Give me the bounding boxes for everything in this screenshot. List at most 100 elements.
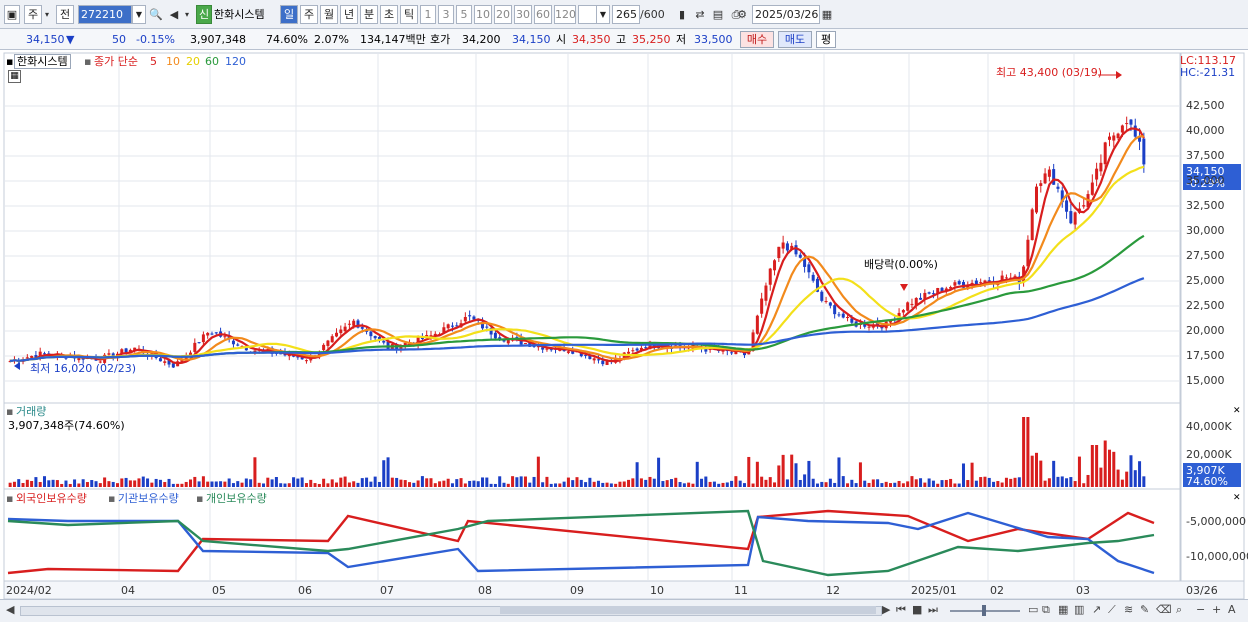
volume-bar (227, 478, 231, 487)
table-icon[interactable]: ▦ (8, 70, 21, 83)
trend-tool-icon[interactable]: ⟋ (1108, 603, 1116, 617)
chevron-down-icon[interactable]: ▾ (182, 5, 192, 24)
count-input[interactable]: 265 (612, 5, 640, 24)
foreign-holdings-label[interactable]: 외국인보유수량 (16, 492, 87, 505)
screen-icon[interactable]: ▭ (1028, 603, 1038, 617)
scroll-left-icon[interactable]: ◀ (6, 603, 14, 617)
volume-bar (433, 483, 437, 487)
volume-bar (846, 483, 850, 487)
eraser-icon[interactable]: ⌫ (1156, 603, 1172, 617)
chevron-down-icon[interactable]: ▾ (42, 5, 52, 24)
period-tick[interactable]: 틱 (400, 5, 418, 24)
last-page-icon[interactable]: ⏭ (928, 603, 938, 617)
institution-holdings-label[interactable]: 기관보유수량 (118, 492, 179, 505)
volume-panel-title[interactable]: 거래량 (16, 405, 46, 418)
volume-bar (154, 478, 158, 487)
ma-indicator-label[interactable]: 종가 단순 (94, 55, 138, 68)
candle-body (837, 314, 841, 316)
stock-code-input[interactable]: 272210 (78, 5, 132, 24)
average-button[interactable]: 평 (816, 31, 836, 48)
pencil-icon[interactable]: ✎ (1140, 603, 1149, 617)
interval-20[interactable]: 20 (494, 5, 512, 24)
volume-bar (858, 462, 862, 487)
x-tick: 12 (826, 584, 840, 597)
grid-icon[interactable]: ▦ (1058, 603, 1068, 617)
interval-30[interactable]: 30 (514, 5, 532, 24)
ma-10-label: 10 (166, 55, 180, 68)
period-minute[interactable]: 분 (360, 5, 378, 24)
volume-bar (51, 479, 55, 487)
date-input[interactable]: 2025/03/26 (752, 5, 820, 24)
period-month[interactable]: 월 (320, 5, 338, 24)
tab-all[interactable]: 전 (56, 5, 74, 24)
volume-bar (1077, 456, 1081, 487)
interval-10[interactable]: 10 (474, 5, 492, 24)
sell-button[interactable]: 매도 (778, 31, 812, 48)
close-icon[interactable]: ✕ (1233, 492, 1241, 505)
candle-body (1120, 125, 1124, 133)
period-day[interactable]: 일 (280, 5, 298, 24)
layout-icon[interactable]: ▣ (4, 5, 20, 24)
volume-bar (455, 479, 459, 487)
period-second[interactable]: 초 (380, 5, 398, 24)
candle-body (1004, 277, 1008, 279)
volume-bar (1056, 476, 1060, 487)
interval-120[interactable]: 120 (554, 5, 576, 24)
volume-bar (815, 483, 819, 487)
search-icon[interactable]: 🔍 (148, 5, 164, 24)
volume-bar (773, 482, 777, 487)
stop-icon[interactable]: ■ (912, 603, 922, 617)
gear-icon[interactable]: ⚙ (734, 5, 750, 24)
candle-icon[interactable]: ▮ (674, 5, 690, 24)
scrollbar-thumb[interactable] (500, 606, 876, 614)
candle-body (523, 343, 527, 345)
gear-icon[interactable]: ▪ (6, 55, 13, 68)
volume-bar (1082, 483, 1086, 487)
volume-bar (81, 479, 85, 487)
line-tool-icon[interactable]: ↗ (1092, 603, 1101, 617)
volume-bar (442, 480, 446, 487)
volume-bar (253, 457, 257, 487)
volume-bar (931, 480, 935, 487)
zoom-icon[interactable]: ⌕ (1176, 603, 1182, 617)
x-tick: 03 (1076, 584, 1090, 597)
volume-bar (566, 477, 570, 487)
interval-3[interactable]: 3 (438, 5, 454, 24)
buy-button[interactable]: 매수 (740, 31, 774, 48)
zoom-slider-handle[interactable] (982, 605, 986, 616)
price-panel-name[interactable]: 한화시스템 (14, 54, 71, 69)
volume-bar (704, 476, 708, 487)
interval-60[interactable]: 60 (534, 5, 552, 24)
save-icon[interactable]: ▤ (710, 5, 726, 24)
volume-bar (141, 476, 145, 487)
period-year[interactable]: 년 (340, 5, 358, 24)
split-icon[interactable]: ▥ (1074, 603, 1084, 617)
individual-holdings-label[interactable]: 개인보유수량 (206, 492, 267, 505)
window-icon[interactable]: ⧉ (1042, 603, 1050, 617)
volume-bar (283, 483, 287, 487)
period-week[interactable]: 주 (300, 5, 318, 24)
interval-1[interactable]: 1 (420, 5, 436, 24)
candle-body (158, 358, 162, 362)
fib-tool-icon[interactable]: ≋ (1124, 603, 1133, 617)
candle-body (25, 357, 29, 359)
volume-bar (901, 483, 905, 487)
interval-5[interactable]: 5 (456, 5, 472, 24)
scroll-right-icon[interactable]: ▶ (882, 603, 890, 617)
compare-icon[interactable]: ⇄ (692, 5, 708, 24)
speaker-icon[interactable]: ◀ (166, 5, 182, 24)
interval-dropdown-button[interactable]: ▼ (596, 5, 610, 24)
calendar-icon[interactable]: ▦ (820, 5, 834, 24)
tab-week[interactable]: 주 (24, 5, 42, 24)
candle-body (1082, 205, 1086, 207)
panel-separator: ▪ (196, 492, 204, 505)
font-size-icon[interactable]: A (1228, 603, 1236, 617)
candle-body (322, 344, 326, 351)
price-tick: 30,000 (1186, 224, 1225, 237)
zoom-out-icon[interactable]: − (1196, 603, 1205, 617)
close-icon[interactable]: ✕ (1233, 405, 1241, 418)
zoom-in-icon[interactable]: + (1212, 603, 1221, 617)
code-dropdown-button[interactable]: ▼ (132, 5, 146, 24)
first-page-icon[interactable]: ⏮ (896, 603, 906, 617)
volume-bar (961, 463, 965, 487)
